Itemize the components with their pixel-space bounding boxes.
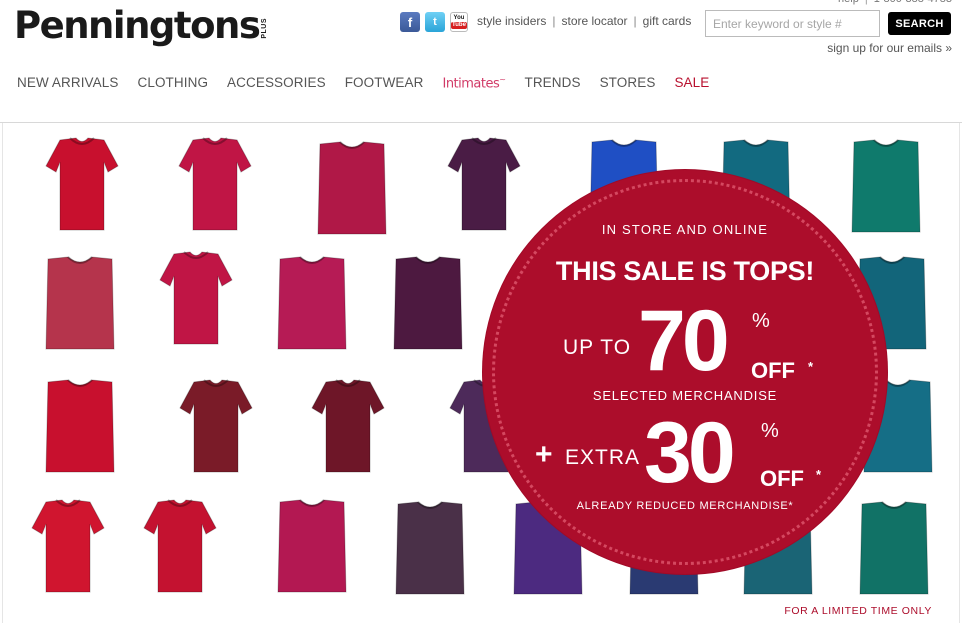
garment-thumbnail[interactable] [140,498,220,602]
help-bar: help | 1-800-388-4783 [838,0,952,5]
nav-footwear[interactable]: FOOTWEAR [345,75,424,91]
social-links: f t You Tube [400,12,468,32]
brand-name: Penningtons [14,4,261,47]
garment-thumbnail[interactable] [176,378,256,482]
nav-clothing[interactable]: CLOTHING [137,75,208,91]
youtube-you: You [453,15,465,21]
utility-links: style insiders | store locator | gift cards [477,14,691,28]
gift-cards-link[interactable]: gift cards [643,14,692,28]
promo-first-asterisk: * [808,359,814,374]
brand-suffix: PLUS [261,18,269,39]
garment-thumbnail[interactable] [272,255,352,359]
garment-thumbnail[interactable] [272,498,352,602]
nav-intimates-mark: ~ [499,75,506,84]
youtube-icon[interactable]: You Tube [450,12,468,32]
garment-thumbnail[interactable] [42,136,122,240]
twitter-icon[interactable]: t [425,12,445,32]
garment-thumbnail[interactable] [40,255,120,359]
divider: | [633,14,637,28]
nav-stores[interactable]: STORES [600,75,656,91]
search-button[interactable]: SEARCH [888,12,951,35]
promo-second-percent: % [761,420,779,442]
promo-first-value: 70 [638,293,730,389]
promo-first-note: SELECTED MERCHANDISE [592,388,778,403]
nav-intimates-label: Intimates [442,76,500,92]
garment-thumbnail[interactable] [854,500,934,604]
email-signup-link[interactable]: sign up for our emails » [827,41,952,55]
limited-time-note: FOR A LIMITED TIME ONLY [784,605,932,617]
garment-thumbnail[interactable] [175,136,255,240]
store-locator-link[interactable]: store locator [561,14,627,28]
search-input[interactable] [705,10,880,37]
nav-trends[interactable]: TRENDS [524,75,580,91]
phone-number: 1-800-388-4783 [874,0,952,5]
divider: | [552,14,556,28]
garment-thumbnail[interactable] [156,250,236,354]
garment-thumbnail[interactable] [28,498,108,602]
nav-accessories[interactable]: ACCESSORIES [227,75,326,91]
facebook-icon[interactable]: f [400,12,420,32]
promo-second-value: 30 [644,405,736,501]
main-nav: NEW ARRIVALS CLOTHING ACCESSORIES FOOTWE… [17,75,728,91]
divider: | [865,0,868,5]
garment-thumbnail[interactable] [388,255,468,359]
promo-first-percent: % [752,310,770,332]
garment-thumbnail[interactable] [312,140,392,244]
nav-intimates[interactable]: Intimates~ [442,75,506,92]
brand-logo[interactable]: Penningtons PLUS [14,4,268,48]
promo-headline: THIS SALE IS TOPS! [555,256,815,286]
promo-up-to: UP TO [563,336,632,359]
help-link[interactable]: help [838,0,859,5]
nav-sale[interactable]: SALE [674,75,709,91]
promo-extra: EXTRA [565,446,641,469]
nav-new-arrivals[interactable]: NEW ARRIVALS [17,75,118,91]
garment-thumbnail[interactable] [40,378,120,482]
promo-eyebrow: IN STORE AND ONLINE [601,222,769,237]
garment-thumbnail[interactable] [390,500,470,604]
promo-first-off: OFF [751,358,795,383]
style-insiders-link[interactable]: style insiders [477,14,546,28]
promo-second-off: OFF [760,466,804,491]
promo-plus: + [535,438,553,471]
sale-promo-circle[interactable]: IN STORE AND ONLINE THIS SALE IS TOPS! U… [483,170,887,574]
promo-second-asterisk: * [816,467,822,482]
garment-thumbnail[interactable] [308,378,388,482]
promo-second-note: ALREADY REDUCED MERCHANDISE* [576,500,794,512]
youtube-tube: Tube [451,22,467,29]
